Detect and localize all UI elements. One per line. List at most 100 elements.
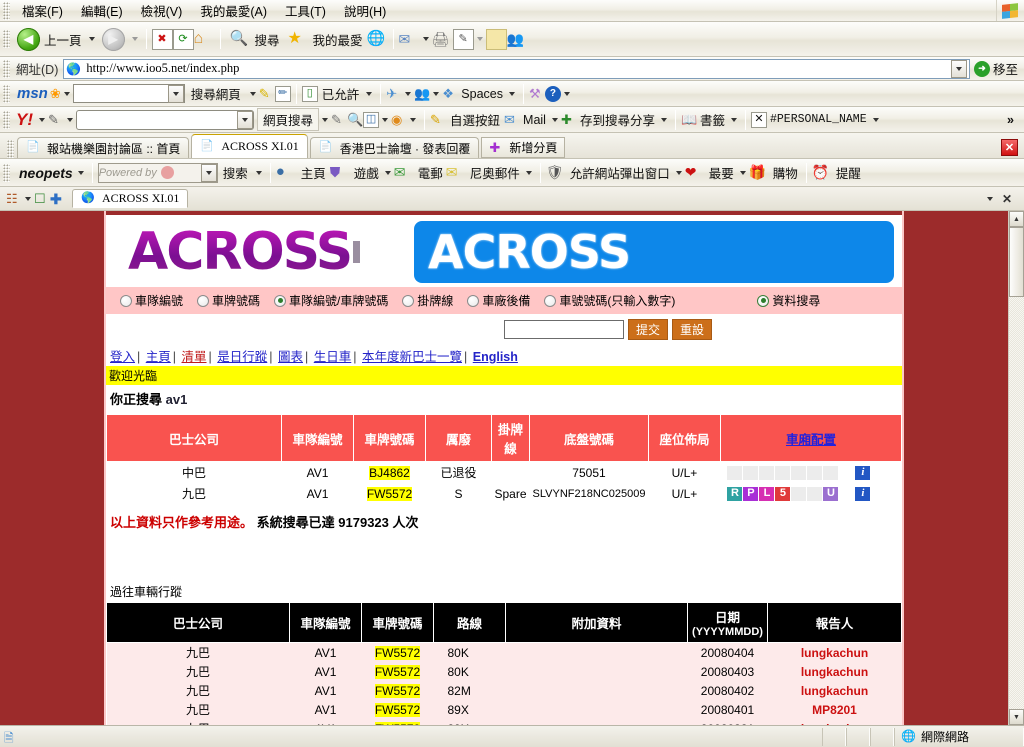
alert-label[interactable]: 提醒 [833, 163, 864, 182]
yahoo-web-search-button[interactable]: 網頁搜尋 [257, 108, 320, 131]
neomail-label[interactable]: 尼奧郵件 [467, 163, 523, 182]
nav-link-login[interactable]: 登入 [110, 350, 135, 364]
yahoo-mail-label[interactable]: Mail [520, 113, 549, 127]
neopets-games-label[interactable]: 遊戲 [351, 163, 382, 182]
neopets-search-caret-icon[interactable] [255, 170, 262, 175]
yahoo-logo[interactable]: Y! [13, 110, 36, 130]
nav-link-list[interactable]: 清單 [182, 350, 207, 364]
yahoo-highlight-icon[interactable]: ✎ [331, 112, 347, 128]
msn-options-icon[interactable]: ⚒ [529, 86, 545, 102]
tab-forum-home[interactable]: 📄 報站機樂園討論區 :: 首頁 [17, 137, 190, 158]
personal-caret-icon[interactable] [872, 117, 879, 122]
forward-history-caret-icon[interactable] [131, 37, 138, 41]
personal-name-label[interactable]: #PERSONAL_NAME [767, 113, 870, 126]
msn-logo[interactable]: msn [13, 85, 50, 102]
msn-help-caret-icon[interactable] [563, 91, 570, 96]
custom-button-label[interactable]: 自選按鈕 [446, 110, 504, 129]
back-button[interactable]: ◀ 上一頁 [13, 25, 86, 53]
submit-button[interactable]: 提交 [627, 319, 668, 340]
nav-link-new-buses[interactable]: 本年度新巴士一覽 [362, 350, 462, 364]
go-button[interactable]: ➜ 移至 [970, 59, 1022, 78]
mail-icon[interactable]: ✉ [399, 29, 420, 50]
yahoo-caret-icon[interactable] [39, 117, 45, 122]
windows-flag-icon[interactable] [996, 0, 1022, 21]
yahoo-grip[interactable] [3, 110, 10, 129]
edit-caret-icon[interactable] [476, 37, 483, 41]
new-window-icon[interactable]: ☐ [34, 191, 50, 207]
address-dropdown-icon[interactable] [950, 59, 967, 78]
window-group-icon[interactable]: ☷ [6, 191, 22, 207]
neopets-search-dropdown-icon[interactable] [200, 163, 217, 182]
msn-grip[interactable] [3, 84, 10, 103]
inner-tabs-overflow-icon[interactable] [986, 196, 993, 201]
reset-button[interactable]: 重設 [671, 319, 712, 340]
search-button[interactable]: 🔍 搜尋 [226, 25, 284, 53]
radio-data-search[interactable]: 資料搜尋 [757, 292, 820, 309]
menu-favorites[interactable]: 我的最愛(A) [191, 0, 276, 21]
forward-button[interactable]: ▶ [98, 25, 129, 53]
msn-search-input[interactable] [72, 84, 185, 103]
info-icon[interactable]: i [855, 486, 871, 501]
scroll-down-button[interactable]: ▼ [1009, 709, 1024, 725]
msn-search-web-button[interactable]: 搜尋網頁 [185, 84, 247, 103]
menu-file[interactable]: 檔案(F) [13, 0, 72, 21]
help-icon[interactable]: ? [544, 85, 561, 102]
config-header-link[interactable]: 車廂配置 [786, 433, 836, 447]
yahoo-tabs-caret-icon[interactable] [382, 117, 389, 122]
back-history-caret-icon[interactable] [88, 37, 95, 41]
info-icon[interactable]: i [855, 465, 871, 480]
window-group-caret-icon[interactable] [25, 196, 31, 201]
edit-page-icon[interactable]: ✎ [452, 28, 474, 50]
history-globe-icon[interactable]: 🌐 [367, 29, 388, 50]
radio-fleet-number[interactable]: 車隊編號 [120, 292, 183, 309]
toolbar-grip[interactable] [3, 30, 10, 48]
neopets-grip[interactable] [3, 163, 10, 182]
yahoo-search-dropdown-icon[interactable] [237, 110, 253, 129]
save-search-caret-icon[interactable] [660, 117, 667, 122]
neopets-logo[interactable]: neopets [13, 165, 75, 181]
tab-across[interactable]: 📄 ACROSS XI.01 [191, 134, 308, 158]
yahoo-mail-caret-icon[interactable] [551, 117, 558, 122]
mail-caret-icon[interactable] [422, 37, 429, 41]
neopets-favorites-label[interactable]: 最要 [706, 163, 737, 182]
neopets-caret-icon[interactable] [77, 170, 84, 175]
menu-grip[interactable] [3, 1, 10, 20]
yahoo-pencil-icon[interactable]: ✎ [48, 112, 64, 128]
scroll-track[interactable] [1009, 227, 1024, 709]
yahoo-target-caret-icon[interactable] [410, 117, 417, 122]
popup-allow-label[interactable]: 允許網站彈出窗口 [567, 163, 673, 182]
neopets-favorites-caret-icon[interactable] [739, 170, 746, 175]
msn-allowed-label[interactable]: 已允許 [318, 84, 364, 103]
menu-edit[interactable]: 編輯(E) [72, 0, 132, 21]
msn-messenger-caret-icon[interactable] [405, 91, 412, 96]
bookmarks-caret-icon[interactable] [730, 117, 737, 122]
page-scrollbar[interactable]: ▲ ▼ [1008, 211, 1024, 725]
add-tab-icon[interactable]: ✚ [50, 191, 66, 207]
shopping-label[interactable]: 購物 [770, 163, 801, 182]
yahoo-target-icon[interactable]: ◉ [391, 112, 407, 128]
scroll-thumb[interactable] [1009, 227, 1024, 297]
menu-help[interactable]: 說明(H) [335, 0, 395, 21]
yahoo-pencil-caret-icon[interactable] [67, 117, 73, 122]
search-input[interactable] [503, 320, 624, 339]
yahoo-tabs-icon[interactable]: ◫ [363, 111, 380, 128]
address-input[interactable]: 🌎 http://www.ioo5.net/index.php [63, 58, 970, 79]
msn-search-dropdown-icon[interactable] [167, 84, 184, 103]
radio-hanging-route[interactable]: 掛牌線 [402, 292, 453, 309]
msn-caret-icon[interactable] [63, 91, 70, 96]
address-grip[interactable] [3, 59, 10, 78]
menu-view[interactable]: 檢視(V) [132, 0, 192, 21]
status-zone[interactable]: 🌐 網際網路 [894, 727, 1024, 746]
new-tab-button[interactable]: ✚ 新增分頁 [481, 137, 566, 158]
radio-fleet-or-plate[interactable]: 車隊編號/車牌號碼 [274, 292, 388, 309]
stop-icon[interactable]: ✖ [151, 28, 173, 50]
print-icon[interactable]: 🖨 [432, 29, 453, 50]
spaces-caret-icon[interactable] [508, 91, 515, 96]
home-icon[interactable]: ⌂ [194, 29, 215, 50]
favorites-button[interactable]: ★ 我的最愛 [284, 25, 367, 53]
yahoo-overflow-button[interactable]: » [1007, 113, 1022, 127]
msn-searchweb-caret-icon[interactable] [249, 91, 256, 96]
msn-allowed-caret-icon[interactable] [366, 91, 373, 96]
msn-people-icon[interactable]: 👥 [414, 86, 430, 102]
refresh-icon[interactable]: ⟳ [172, 28, 194, 50]
